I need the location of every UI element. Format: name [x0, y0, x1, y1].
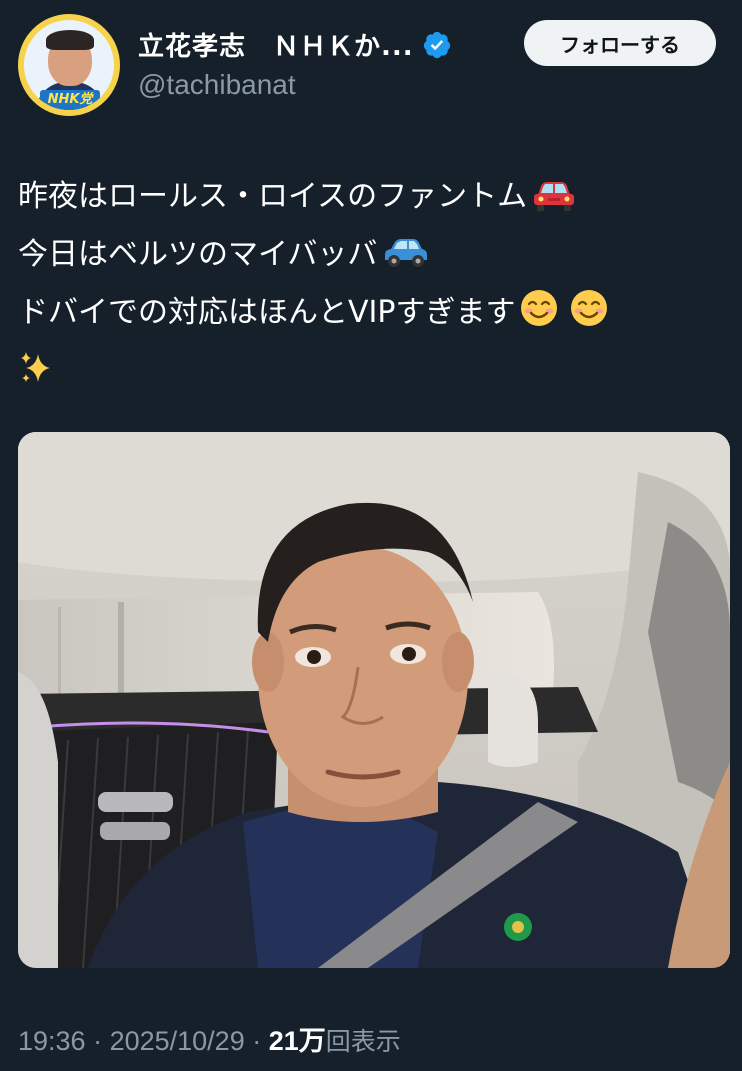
tweet-line-3: ドバイでの対応はほんとVIPすぎます [18, 284, 718, 342]
avatar-hair-shape [46, 30, 94, 50]
avatar-photo: NHK党 [24, 20, 114, 110]
sparkles-icon [21, 352, 50, 382]
author-display-name[interactable]: 立花孝志 ＮＨＫか... [138, 26, 414, 63]
tweet-line-2-text: 今日はベルツのマイバッバ [18, 237, 378, 272]
smiling-face-icon [521, 290, 558, 326]
red-car-icon [534, 182, 575, 211]
avatar-badge-text: NHK党 [40, 90, 100, 110]
meta-separator: · [85, 1026, 110, 1056]
selfie-photo-icon [18, 432, 730, 968]
smiling-face-icon [571, 290, 608, 326]
tweet-photo[interactable] [18, 432, 730, 968]
tweet-line-2: 今日はベルツのマイバッバ [18, 226, 718, 284]
tweet-meta: 19:36 · 2025/10/29 · 21万回表示 [18, 1019, 401, 1058]
tweet-time[interactable]: 19:36 [18, 1026, 86, 1056]
tweet-line-3-text: ドバイでの対応はほんとVIPすぎます [18, 295, 516, 330]
view-count: 21万 [268, 1026, 326, 1056]
tweet-text: 昨夜はロールス・ロイスのファントム 今日はベルツのマイバッバ ドバイでの対応はほ… [18, 168, 718, 400]
tweet-header: NHK党 立花孝志 ＮＨＫか... @tachibanat フォローする [18, 14, 724, 116]
meta-separator: · [244, 1026, 269, 1056]
name-row: 立花孝志 ＮＨＫか... [138, 26, 452, 63]
tweet-date[interactable]: 2025/10/29 [110, 1026, 245, 1056]
follow-button[interactable]: フォローする [524, 20, 716, 66]
tweet-line-1: 昨夜はロールス・ロイスのファントム [18, 168, 718, 226]
tweet-line-1-text: 昨夜はロールス・ロイスのファントム [18, 179, 528, 214]
verified-badge-icon [423, 31, 450, 58]
blue-car-icon [385, 239, 428, 267]
author-handle[interactable]: @tachibanat [138, 69, 296, 101]
view-label: 回表示 [325, 1027, 401, 1056]
author-avatar[interactable]: NHK党 [18, 14, 120, 116]
tweet-line-4 [18, 342, 718, 400]
